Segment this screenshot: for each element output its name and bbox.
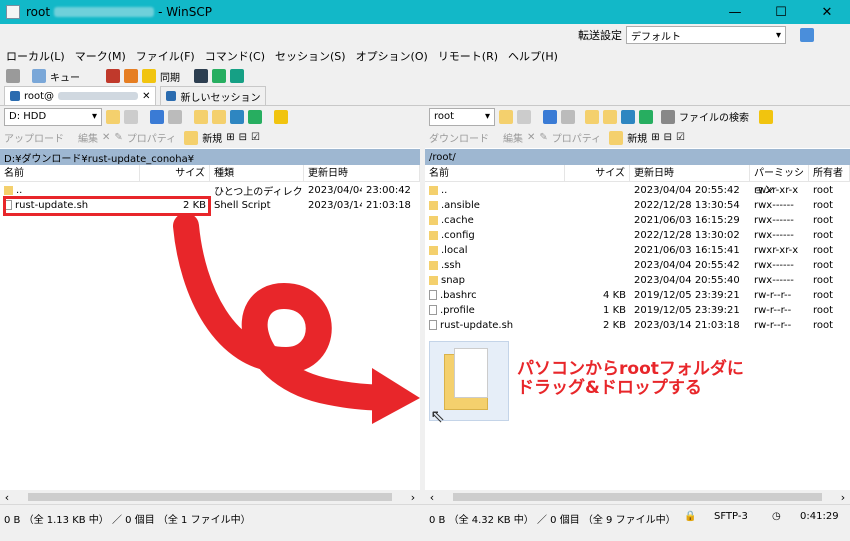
session-time: 0:41:29 — [800, 511, 839, 522]
status-bar: 0 B （全 1.13 KB 中） ／ 0 個目 （全 1 ファイル中） 0 B… — [0, 504, 850, 541]
drag-arrow-graphic — [173, 213, 420, 424]
instruction-note: パソコンからrootフォルダに ドラッグ&ドロップする — [517, 360, 744, 398]
protocol-indicator: SFTP-3 — [714, 511, 748, 522]
document-icon — [454, 348, 488, 398]
instruction-line-2: ドラッグ&ドロップする — [517, 378, 702, 398]
instruction-line-1: パソコンからrootフォルダに — [517, 359, 744, 379]
clock-icon: ◷ — [772, 511, 781, 522]
mouse-cursor-icon: ⇖ — [430, 406, 446, 427]
local-status-text: 0 B （全 1.13 KB 中） ／ 0 個目 （全 1 ファイル中） — [4, 515, 251, 526]
lock-icon: 🔒 — [684, 511, 697, 522]
remote-status-text: 0 B （全 4.32 KB 中） ／ 0 個目 （全 9 ファイル中） — [429, 515, 676, 526]
